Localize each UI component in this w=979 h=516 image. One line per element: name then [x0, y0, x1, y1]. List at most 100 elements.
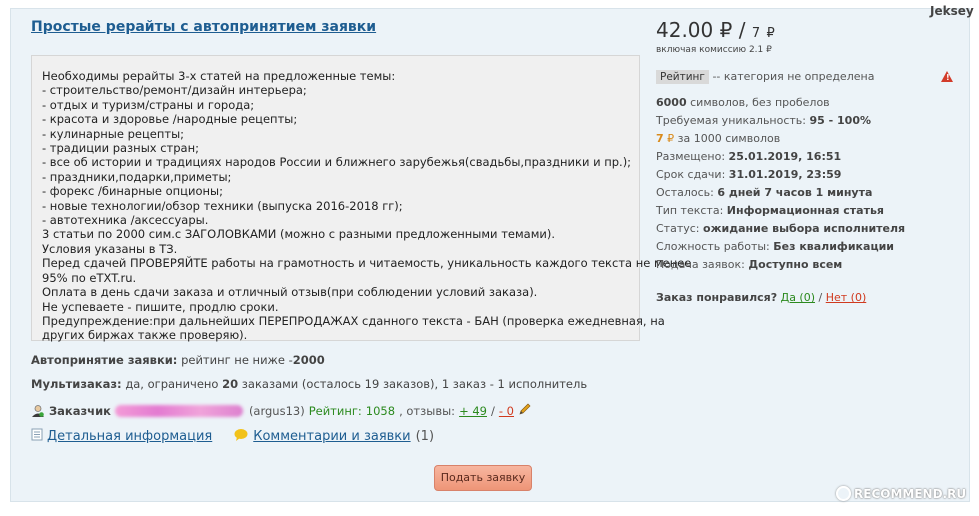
- customer-rating-label: Рейтинг:: [308, 403, 362, 418]
- complexity-row: Сложность работы: Без квалификации: [656, 240, 894, 253]
- details-link[interactable]: Детальная информация: [47, 429, 212, 444]
- warning-icon[interactable]: !: [941, 71, 953, 82]
- chars-text: символов, без пробелов: [690, 96, 830, 109]
- description-line: 95% по eTXT.ru.: [42, 270, 137, 285]
- watermark-text: RECOMMEND.RU: [854, 486, 967, 501]
- description-line: других биржах также проверяю).: [42, 328, 248, 343]
- watermark-logo-icon: [836, 486, 851, 501]
- apply-row: Подача заявок: Доступно всем: [656, 258, 842, 271]
- complexity-value: Без квалификации: [773, 240, 895, 253]
- like-row: Заказ понравился? Да (0) / Нет (0): [656, 291, 866, 304]
- price-value: 42.00: [656, 18, 714, 42]
- commission-text: включая комиссию 2.1 ₽: [656, 45, 772, 55]
- rate-text: за 1000 символов: [677, 132, 781, 145]
- description-line: - строительство/ремонт/дизайн интерьера;: [42, 83, 307, 98]
- description-line: - традиции разных стран;: [42, 141, 199, 156]
- rating-category-row: Рейтинг -- категория не определена: [656, 70, 874, 84]
- autoaccept-value: рейтинг не ниже -: [181, 353, 293, 367]
- like-yes-link[interactable]: Да (0): [781, 291, 815, 304]
- description-line: - отдых и туризм/страны и города;: [42, 97, 255, 112]
- customer-row: Заказчик (argus13) Рейтинг: 1058, отзывы…: [31, 402, 532, 419]
- uniq-label: Требуемая уникальность:: [656, 114, 806, 127]
- price-currency: ₽: [719, 18, 733, 42]
- like-label: Заказ понравился?: [656, 291, 778, 304]
- posted-row: Размещено: 25.01.2019, 16:51: [656, 150, 841, 163]
- rate-row: 7 ₽ за 1000 символов: [656, 132, 780, 145]
- chars-count: 6000: [656, 96, 687, 109]
- multiorder-number: 20: [222, 377, 239, 391]
- description-line: - праздники,подарки,приметы;: [42, 169, 232, 184]
- due-label: Срок сдачи:: [656, 168, 726, 181]
- multiorder-row: Мультизаказ: да, ограничено 20 заказами …: [31, 377, 587, 391]
- autoaccept-number: 2000: [292, 353, 325, 367]
- description-line: 3 статьи по 2000 сим.с ЗАГОЛОВКАМИ (можн…: [42, 227, 555, 242]
- reviews-positive-link[interactable]: + 49: [459, 404, 487, 418]
- due-row: Срок сдачи: 31.01.2019, 23:59: [656, 168, 841, 181]
- autoaccept-label: Автопринятие заявки:: [31, 353, 178, 367]
- write-review-pencil-icon[interactable]: [518, 402, 532, 419]
- details-doc-icon: [31, 428, 43, 445]
- posted-label: Размещено:: [656, 150, 726, 163]
- rate-value: 7: [656, 132, 664, 145]
- rating-tag: Рейтинг: [656, 70, 709, 84]
- category-text: -- категория не определена: [712, 70, 875, 83]
- description-line: Перед сдачей ПРОВЕРЯЙТЕ работы на грамот…: [42, 256, 692, 271]
- like-separator: /: [818, 291, 823, 304]
- type-value: Информационная статья: [726, 204, 884, 217]
- customer-login: (argus13): [248, 403, 305, 418]
- left-label: Осталось:: [656, 186, 714, 199]
- posted-value: 25.01.2019, 16:51: [728, 150, 842, 163]
- multiorder-text: да, ограничено: [125, 377, 219, 391]
- apply-label: Подача заявок:: [656, 258, 745, 271]
- complexity-label: Сложность работы:: [656, 240, 770, 253]
- comments-bubble-icon: [234, 428, 248, 445]
- due-value: 31.01.2019, 23:59: [728, 168, 842, 181]
- status-label: Статус:: [656, 222, 700, 235]
- customer-name-blurred[interactable]: [114, 404, 243, 417]
- autoaccept-row: Автопринятие заявки: рейтинг не ниже -20…: [31, 353, 325, 367]
- description-line: Оплата в день сдачи заказа и отличный от…: [42, 285, 538, 300]
- comments-link[interactable]: Комментарии и заявки: [253, 429, 410, 444]
- description-line: - автотехника /аксессуары.: [42, 213, 209, 228]
- customer-reviews-label: , отзывы:: [399, 403, 456, 418]
- description-line: Необходимы рерайты 3-х статей на предлож…: [42, 69, 396, 83]
- comments-count: (1): [415, 429, 435, 444]
- customer-rating: 1058: [365, 403, 396, 418]
- reviews-separator: /: [491, 403, 495, 418]
- rate-currency: ₽: [667, 132, 675, 145]
- order-links: Детальная информация Комментарии и заявк…: [31, 428, 434, 445]
- watermark: RECOMMEND.RU: [836, 486, 966, 501]
- price-small: 7: [751, 26, 761, 41]
- left-value: 6 дней 7 часов 1 минута: [717, 186, 873, 199]
- description-line: - форекс /бинарные опционы;: [42, 184, 223, 199]
- status-row: Статус: ожидание выбора исполнителя: [656, 222, 905, 235]
- description-line: - красота и здоровье /народные рецепты;: [42, 112, 298, 127]
- description-line: Предупреждение:при дальнейших ПЕРЕПРОДАЖ…: [42, 313, 665, 328]
- description-line: - все об истории и традициях народов Рос…: [42, 155, 632, 170]
- description-line: - кулинарные рецепты;: [42, 126, 185, 141]
- order-description: Необходимы рерайты 3-х статей на предлож…: [31, 55, 692, 343]
- like-no-link[interactable]: Нет (0): [826, 291, 867, 304]
- multiorder-text-rest: заказами (осталось 19 заказов), 1 заказ …: [241, 377, 588, 391]
- left-row: Осталось: 6 дней 7 часов 1 минута: [656, 186, 872, 199]
- reviews-negative-link[interactable]: - 0: [499, 404, 514, 418]
- description-line: Условия указаны в ТЗ.: [42, 241, 178, 256]
- uniq-value: 95 - 100%: [809, 114, 872, 127]
- multiorder-label: Мультизаказ:: [31, 377, 122, 391]
- status-value: ожидание выбора исполнителя: [703, 222, 906, 235]
- username[interactable]: Jeksey: [930, 4, 974, 18]
- type-row: Тип текста: Информационная статья: [656, 204, 884, 217]
- uniq-row: Требуемая уникальность: 95 - 100%: [656, 114, 871, 127]
- chars-row: 6000 символов, без пробелов: [656, 96, 830, 109]
- customer-label: Заказчик: [49, 403, 111, 418]
- order-title[interactable]: Простые рерайты с автопринятием заявки: [31, 19, 376, 35]
- price-block: 42.00 ₽ / 7 ₽: [656, 18, 775, 42]
- price-slash: /: [738, 18, 746, 42]
- type-label: Тип текста:: [656, 204, 724, 217]
- description-line: Не успеваете - пишите, продлю сроки.: [42, 299, 279, 314]
- price-small-currency: ₽: [766, 26, 775, 41]
- apply-value: Доступно всем: [748, 258, 843, 271]
- submit-application-button[interactable]: Подать заявку: [434, 465, 532, 491]
- customer-avatar-icon: [31, 404, 45, 418]
- description-line: - новые технологии/обзор техники (выпуск…: [42, 198, 403, 213]
